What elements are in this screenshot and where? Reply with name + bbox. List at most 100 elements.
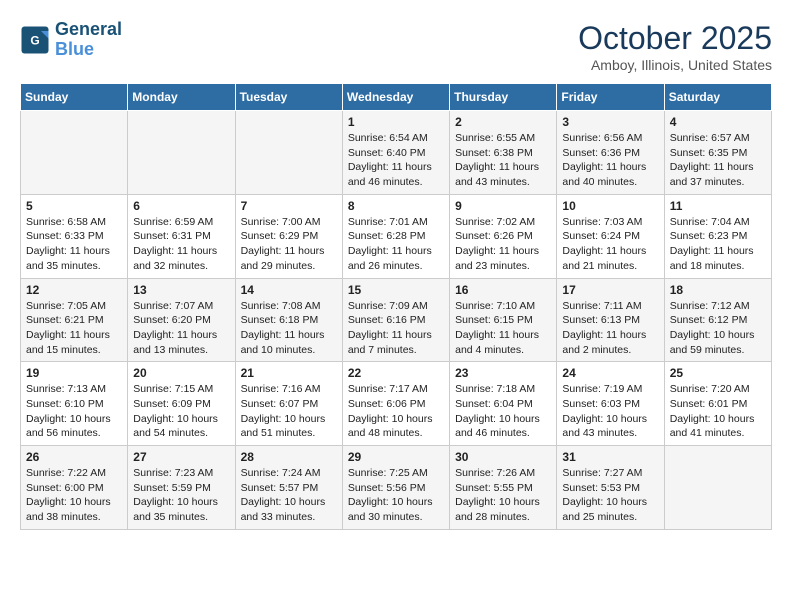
day-info: Sunrise: 7:01 AMSunset: 6:28 PMDaylight:… bbox=[348, 215, 444, 274]
day-info: Sunrise: 7:05 AMSunset: 6:21 PMDaylight:… bbox=[26, 299, 122, 358]
day-number: 31 bbox=[562, 450, 658, 464]
day-info: Sunrise: 7:09 AMSunset: 6:16 PMDaylight:… bbox=[348, 299, 444, 358]
month-title: October 2025 bbox=[578, 20, 772, 57]
title-block: October 2025 Amboy, Illinois, United Sta… bbox=[578, 20, 772, 73]
logo-line1: General bbox=[55, 19, 122, 39]
day-info: Sunrise: 7:13 AMSunset: 6:10 PMDaylight:… bbox=[26, 382, 122, 441]
svg-text:G: G bbox=[30, 33, 39, 47]
day-cell bbox=[664, 446, 771, 530]
day-cell: 9 Sunrise: 7:02 AMSunset: 6:26 PMDaylight… bbox=[450, 194, 557, 278]
calendar-body: 1Sunrise: 6:54 AMSunset: 6:40 PMDaylight… bbox=[21, 111, 772, 530]
day-cell: 3 Sunrise: 6:56 AMSunset: 6:36 PMDaylight… bbox=[557, 111, 664, 195]
day-number: 2 bbox=[455, 115, 551, 129]
day-info: Sunrise: 7:11 AMSunset: 6:13 PMDaylight:… bbox=[562, 299, 658, 358]
day-cell: 4 Sunrise: 6:57 AMSunset: 6:35 PMDaylight… bbox=[664, 111, 771, 195]
day-info: Sunrise: 7:08 AMSunset: 6:18 PMDaylight:… bbox=[241, 299, 337, 358]
day-cell: 27Sunrise: 7:23 AMSunset: 5:59 PMDayligh… bbox=[128, 446, 235, 530]
day-number: 14 bbox=[241, 283, 337, 297]
day-info: Sunrise: 7:20 AMSunset: 6:01 PMDaylight:… bbox=[670, 382, 766, 441]
logo-icon: G bbox=[20, 25, 50, 55]
day-number: 15 bbox=[348, 283, 444, 297]
header-day-sunday: Sunday bbox=[21, 84, 128, 111]
day-number: 17 bbox=[562, 283, 658, 297]
day-cell: 25Sunrise: 7:20 AMSunset: 6:01 PMDayligh… bbox=[664, 362, 771, 446]
day-info: Sunrise: 7:02 AMSunset: 6:26 PMDaylight:… bbox=[455, 215, 551, 274]
day-info: Sunrise: 7:07 AMSunset: 6:20 PMDaylight:… bbox=[133, 299, 229, 358]
header-day-tuesday: Tuesday bbox=[235, 84, 342, 111]
day-cell: 13Sunrise: 7:07 AMSunset: 6:20 PMDayligh… bbox=[128, 278, 235, 362]
calendar-header: SundayMondayTuesdayWednesdayThursdayFrid… bbox=[21, 84, 772, 111]
day-number: 8 bbox=[348, 199, 444, 213]
day-number: 12 bbox=[26, 283, 122, 297]
day-info: Sunrise: 7:17 AMSunset: 6:06 PMDaylight:… bbox=[348, 382, 444, 441]
day-number: 10 bbox=[562, 199, 658, 213]
logo: G General Blue bbox=[20, 20, 122, 60]
day-number: 19 bbox=[26, 366, 122, 380]
day-number: 18 bbox=[670, 283, 766, 297]
day-cell: 23 Sunrise: 7:18 AMSunset: 6:04 PMDayligh… bbox=[450, 362, 557, 446]
header-day-thursday: Thursday bbox=[450, 84, 557, 111]
day-info: Sunrise: 6:57 AMSunset: 6:35 PMDaylight:… bbox=[670, 131, 766, 190]
day-cell: 7Sunrise: 7:00 AMSunset: 6:29 PMDaylight… bbox=[235, 194, 342, 278]
day-info: Sunrise: 7:26 AMSunset: 5:55 PMDaylight:… bbox=[455, 466, 551, 525]
day-cell: 2 Sunrise: 6:55 AMSunset: 6:38 PMDaylight… bbox=[450, 111, 557, 195]
day-cell: 18 Sunrise: 7:12 AMSunset: 6:12 PMDayligh… bbox=[664, 278, 771, 362]
day-info: Sunrise: 7:10 AMSunset: 6:15 PMDaylight:… bbox=[455, 299, 551, 358]
day-info: Sunrise: 7:12 AMSunset: 6:12 PMDaylight:… bbox=[670, 299, 766, 358]
day-info: Sunrise: 7:19 AMSunset: 6:03 PMDaylight:… bbox=[562, 382, 658, 441]
header-day-wednesday: Wednesday bbox=[342, 84, 449, 111]
day-info: Sunrise: 7:23 AMSunset: 5:59 PMDaylight:… bbox=[133, 466, 229, 525]
day-cell: 20Sunrise: 7:15 AMSunset: 6:09 PMDayligh… bbox=[128, 362, 235, 446]
week-row-5: 26 Sunrise: 7:22 AMSunset: 6:00 PMDayligh… bbox=[21, 446, 772, 530]
day-number: 9 bbox=[455, 199, 551, 213]
day-info: Sunrise: 7:18 AMSunset: 6:04 PMDaylight:… bbox=[455, 382, 551, 441]
day-info: Sunrise: 6:56 AMSunset: 6:36 PMDaylight:… bbox=[562, 131, 658, 190]
logo-text: General Blue bbox=[55, 20, 122, 60]
day-cell: 10 Sunrise: 7:03 AMSunset: 6:24 PMDayligh… bbox=[557, 194, 664, 278]
day-cell: 1Sunrise: 6:54 AMSunset: 6:40 PMDaylight… bbox=[342, 111, 449, 195]
day-number: 4 bbox=[670, 115, 766, 129]
day-info: Sunrise: 7:03 AMSunset: 6:24 PMDaylight:… bbox=[562, 215, 658, 274]
week-row-4: 19 Sunrise: 7:13 AMSunset: 6:10 PMDayligh… bbox=[21, 362, 772, 446]
day-cell bbox=[21, 111, 128, 195]
day-cell: 5Sunrise: 6:58 AMSunset: 6:33 PMDaylight… bbox=[21, 194, 128, 278]
day-number: 20 bbox=[133, 366, 229, 380]
day-number: 24 bbox=[562, 366, 658, 380]
day-number: 16 bbox=[455, 283, 551, 297]
day-cell: 6Sunrise: 6:59 AMSunset: 6:31 PMDaylight… bbox=[128, 194, 235, 278]
logo-line2: Blue bbox=[55, 39, 94, 59]
day-info: Sunrise: 6:54 AMSunset: 6:40 PMDaylight:… bbox=[348, 131, 444, 190]
day-info: Sunrise: 7:16 AMSunset: 6:07 PMDaylight:… bbox=[241, 382, 337, 441]
day-cell: 26 Sunrise: 7:22 AMSunset: 6:00 PMDayligh… bbox=[21, 446, 128, 530]
day-number: 11 bbox=[670, 199, 766, 213]
day-cell: 8 Sunrise: 7:01 AMSunset: 6:28 PMDaylight… bbox=[342, 194, 449, 278]
day-cell: 11Sunrise: 7:04 AMSunset: 6:23 PMDayligh… bbox=[664, 194, 771, 278]
day-cell bbox=[235, 111, 342, 195]
day-info: Sunrise: 7:22 AMSunset: 6:00 PMDaylight:… bbox=[26, 466, 122, 525]
week-row-1: 1Sunrise: 6:54 AMSunset: 6:40 PMDaylight… bbox=[21, 111, 772, 195]
day-number: 21 bbox=[241, 366, 337, 380]
header-day-saturday: Saturday bbox=[664, 84, 771, 111]
header-day-friday: Friday bbox=[557, 84, 664, 111]
day-number: 28 bbox=[241, 450, 337, 464]
day-cell: 15 Sunrise: 7:09 AMSunset: 6:16 PMDayligh… bbox=[342, 278, 449, 362]
day-cell: 12 Sunrise: 7:05 AMSunset: 6:21 PMDayligh… bbox=[21, 278, 128, 362]
page-header: G General Blue October 2025 Amboy, Illin… bbox=[20, 20, 772, 73]
day-cell: 17 Sunrise: 7:11 AMSunset: 6:13 PMDayligh… bbox=[557, 278, 664, 362]
day-cell: 28Sunrise: 7:24 AMSunset: 5:57 PMDayligh… bbox=[235, 446, 342, 530]
day-cell: 14 Sunrise: 7:08 AMSunset: 6:18 PMDayligh… bbox=[235, 278, 342, 362]
day-number: 26 bbox=[26, 450, 122, 464]
day-cell: 30Sunrise: 7:26 AMSunset: 5:55 PMDayligh… bbox=[450, 446, 557, 530]
day-info: Sunrise: 7:25 AMSunset: 5:56 PMDaylight:… bbox=[348, 466, 444, 525]
week-row-3: 12 Sunrise: 7:05 AMSunset: 6:21 PMDayligh… bbox=[21, 278, 772, 362]
day-info: Sunrise: 6:55 AMSunset: 6:38 PMDaylight:… bbox=[455, 131, 551, 190]
day-number: 23 bbox=[455, 366, 551, 380]
day-info: Sunrise: 7:00 AMSunset: 6:29 PMDaylight:… bbox=[241, 215, 337, 274]
day-number: 22 bbox=[348, 366, 444, 380]
day-number: 6 bbox=[133, 199, 229, 213]
day-number: 29 bbox=[348, 450, 444, 464]
calendar-table: SundayMondayTuesdayWednesdayThursdayFrid… bbox=[20, 83, 772, 530]
day-cell: 24 Sunrise: 7:19 AMSunset: 6:03 PMDayligh… bbox=[557, 362, 664, 446]
day-info: Sunrise: 6:58 AMSunset: 6:33 PMDaylight:… bbox=[26, 215, 122, 274]
day-number: 3 bbox=[562, 115, 658, 129]
